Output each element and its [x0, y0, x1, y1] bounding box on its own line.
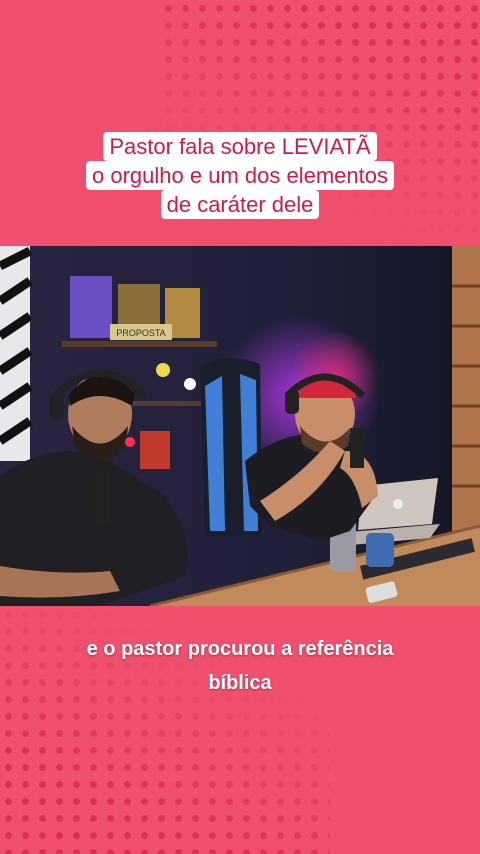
title-line-2: o orgulho e um dos elementos	[86, 161, 394, 190]
striped-panel	[0, 246, 33, 461]
subtitle-caption: e o pastor procurou a referência bíblica	[0, 632, 480, 700]
video-frame[interactable]: PROPOSTA	[0, 246, 480, 606]
caption-line-1: e o pastor procurou a referência	[86, 638, 394, 660]
blue-mug	[366, 533, 394, 567]
title-line-3: de caráter dele	[160, 190, 320, 219]
title-line-1: Pastor fala sobre LEVIATÃ	[103, 132, 377, 161]
podcast-scene: PROPOSTA	[0, 246, 480, 606]
title-overlay: Pastor fala sobre LEVIATÃ o orgulho e um…	[0, 132, 480, 219]
microphone-left	[92, 471, 110, 526]
shelf-sign: PROPOSTA	[116, 328, 165, 338]
wood-panel	[452, 246, 480, 536]
caption-line-2: bíblica	[208, 672, 272, 694]
microphone-right	[350, 428, 364, 468]
gaming-chair	[200, 357, 262, 536]
